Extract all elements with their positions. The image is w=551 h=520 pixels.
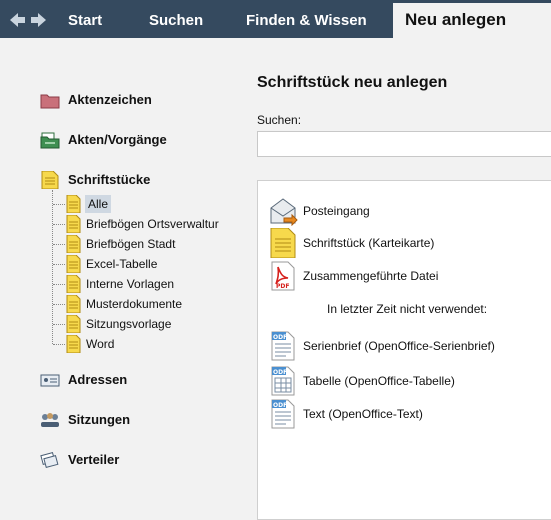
page-title: Schriftstück neu anlegen — [257, 74, 448, 91]
tree-connector — [53, 204, 65, 205]
tree-connector — [53, 344, 65, 345]
folder-red-icon — [40, 94, 60, 109]
sidebar-item-label: Adressen — [68, 372, 128, 387]
tree-connector — [53, 224, 65, 225]
distribution-icon — [40, 452, 59, 469]
document-icon — [66, 255, 81, 273]
option-label: Serienbrief (OpenOffice-Serienbrief) — [303, 339, 495, 353]
search-label: Suchen: — [257, 113, 302, 127]
svg-text:ODF: ODF — [273, 369, 287, 376]
document-icon — [66, 195, 81, 213]
sidebar-subitem-label: Briefbögen Stadt — [86, 237, 176, 251]
odf-spreadsheet-icon: ODF — [271, 366, 295, 396]
document-icon — [41, 171, 59, 189]
option-label: Tabelle (OpenOffice-Tabelle) — [303, 374, 455, 388]
folder-green-icon — [40, 132, 60, 149]
search-input[interactable] — [257, 131, 551, 157]
people-meeting-icon — [41, 413, 59, 427]
odf-text-icon: ODF — [271, 399, 295, 429]
tree-connector — [53, 244, 65, 245]
pdf-icon: PDF — [271, 261, 295, 291]
sidebar-subitem-label: Sitzungsvorlage — [86, 317, 172, 331]
option-label: Schriftstück (Karteikarte) — [303, 236, 435, 250]
tab-suchen[interactable]: Suchen — [149, 0, 203, 38]
tab-neu-anlegen[interactable]: Neu anlegen — [393, 3, 551, 38]
mail-inbox-icon — [270, 198, 298, 226]
tree-connector — [53, 324, 65, 325]
tab-start[interactable]: Start — [68, 0, 102, 38]
tree-connector — [53, 304, 65, 305]
tab-finden-wissen[interactable]: Finden & Wissen — [246, 0, 367, 38]
svg-text:ODF: ODF — [273, 402, 287, 409]
sidebar-item-label: Aktenzeichen — [68, 92, 152, 107]
option-label: Text (OpenOffice-Text) — [303, 407, 423, 421]
svg-text:ODF: ODF — [273, 334, 287, 341]
document-icon — [66, 275, 81, 293]
document-icon — [66, 215, 81, 233]
tab-neu-anlegen-label: Neu anlegen — [405, 10, 507, 29]
option-label: Posteingang — [303, 204, 370, 218]
sidebar-subitem-label: Interne Vorlagen — [86, 277, 175, 291]
tree-connector — [53, 284, 65, 285]
document-icon — [66, 235, 81, 253]
new-document-options-panel: Posteingang Schriftstück (Karteikarte) P… — [257, 180, 551, 520]
sidebar-subitem-label: Word — [86, 337, 115, 351]
odf-text-icon: ODF — [271, 331, 295, 361]
address-card-icon — [40, 374, 60, 387]
tree-connector — [52, 190, 53, 344]
sidebar-item-label: Sitzungen — [68, 412, 131, 427]
option-label: Zusammengeführte Datei — [303, 269, 439, 283]
document-icon — [66, 335, 81, 353]
document-icon — [66, 315, 81, 333]
sidebar-subitem-label: Alle — [85, 195, 112, 213]
sidebar-subitem-label: Musterdokumente — [86, 297, 183, 311]
svg-text:PDF: PDF — [276, 283, 289, 290]
sidebar-item-label: Verteiler — [68, 452, 120, 467]
sidebar-item-label: Akten/Vorgänge — [68, 132, 167, 147]
back-forward-icon[interactable] — [10, 12, 46, 28]
sidebar-subitem-label: Excel-Tabelle — [86, 257, 158, 271]
sidebar-subitem-label: Briefbögen Ortsverwaltur — [86, 217, 219, 231]
document-icon — [66, 295, 81, 313]
unused-section-note: In letzter Zeit nicht verwendet: — [327, 302, 488, 316]
document-icon — [270, 228, 296, 258]
sidebar-item-label: Schriftstücke — [68, 172, 151, 187]
tree-connector — [53, 264, 65, 265]
